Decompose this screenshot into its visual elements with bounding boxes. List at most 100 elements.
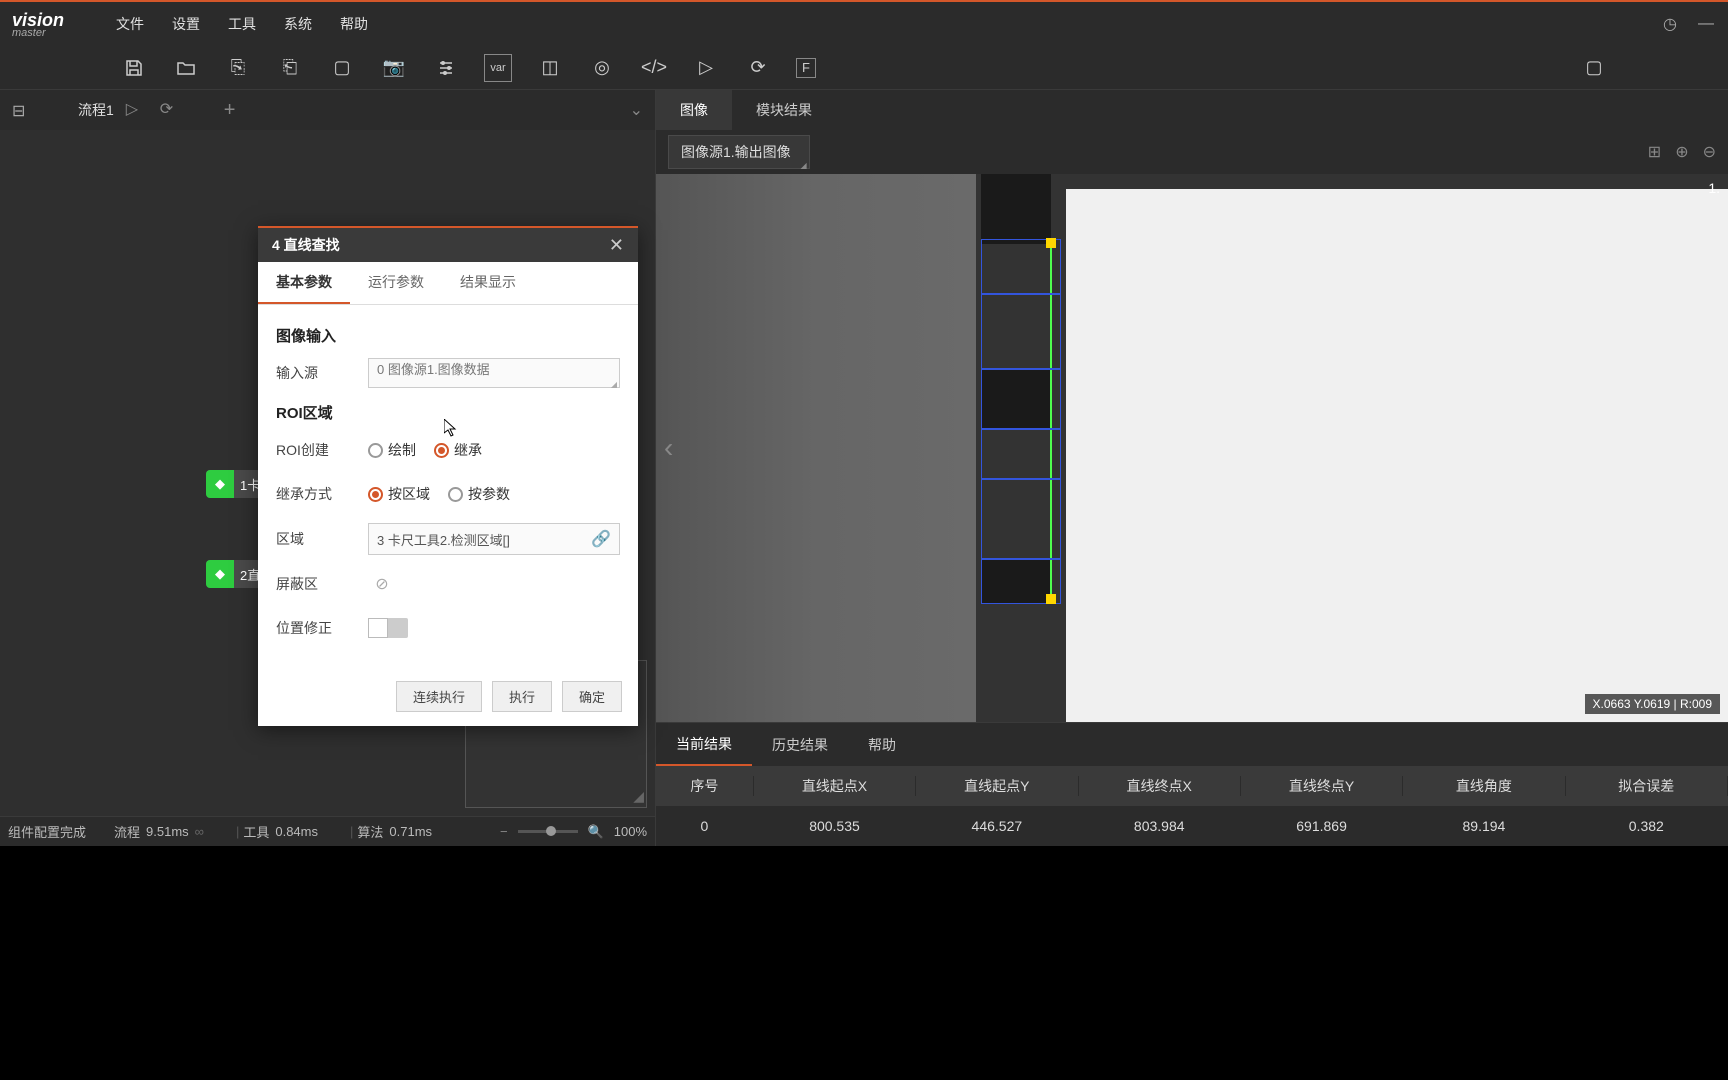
col-error: 拟合误差 bbox=[1566, 776, 1728, 796]
tree-icon[interactable]: ⊟ bbox=[12, 101, 30, 119]
app-header: vision master 文件 设置 工具 系统 帮助 ◷ — bbox=[0, 2, 1728, 46]
confirm-button[interactable]: 确定 bbox=[562, 681, 622, 712]
radio-draw-label: 绘制 bbox=[388, 440, 416, 460]
region-label: 区域 bbox=[276, 529, 368, 549]
status-flow-label: 流程 bbox=[114, 822, 140, 841]
pos-correct-toggle[interactable] bbox=[368, 618, 408, 638]
tab-module-result[interactable]: 模块结果 bbox=[732, 90, 836, 130]
export-icon[interactable]: ⎘ bbox=[224, 54, 252, 82]
cell-angle: 89.194 bbox=[1403, 818, 1565, 834]
minimize-icon[interactable]: — bbox=[1696, 14, 1716, 34]
menu-file[interactable]: 文件 bbox=[116, 14, 144, 34]
inherit-mode-label: 继承方式 bbox=[276, 484, 368, 504]
zoom-in-view-icon[interactable]: ⊕ bbox=[1675, 142, 1688, 162]
menu-tools[interactable]: 工具 bbox=[228, 14, 256, 34]
play-loop-icon[interactable]: ⟳ bbox=[744, 54, 772, 82]
col-angle: 直线角度 bbox=[1403, 776, 1565, 796]
mask-icon[interactable]: ⊘ bbox=[368, 572, 396, 596]
main-menu: 文件 设置 工具 系统 帮助 bbox=[116, 14, 368, 34]
var-icon[interactable]: var bbox=[484, 54, 512, 82]
menu-system[interactable]: 系统 bbox=[284, 14, 312, 34]
radio-draw[interactable]: 绘制 bbox=[368, 440, 416, 460]
input-source-field[interactable]: 0 图像源1.图像数据 bbox=[368, 358, 620, 388]
menu-help[interactable]: 帮助 bbox=[340, 14, 368, 34]
region-field[interactable]: 3 卡尺工具2.检测区域[] 🔗 bbox=[368, 523, 620, 555]
tab-basic-params[interactable]: 基本参数 bbox=[258, 262, 350, 304]
close-icon[interactable]: ✕ bbox=[609, 235, 624, 256]
cell-startx: 800.535 bbox=[754, 818, 916, 834]
zoom-out-view-icon[interactable]: ⊖ bbox=[1703, 142, 1716, 162]
zoom-value: 100% bbox=[614, 824, 647, 839]
tab-current-result[interactable]: 当前结果 bbox=[656, 723, 752, 766]
dialog-title: 4 直线查找 bbox=[272, 235, 340, 255]
clock-icon[interactable]: ◷ bbox=[1660, 14, 1680, 34]
grid-icon[interactable]: ⊞ bbox=[1648, 142, 1661, 162]
input-source-label: 输入源 bbox=[276, 363, 368, 383]
cell-endy: 691.869 bbox=[1241, 818, 1403, 834]
col-idx: 序号 bbox=[656, 776, 754, 796]
roi-box bbox=[981, 429, 1061, 479]
process-play-icon[interactable]: ▷ bbox=[126, 99, 148, 121]
region-value: 3 卡尺工具2.检测区域[] bbox=[377, 530, 510, 549]
link-icon[interactable]: 🔗 bbox=[591, 529, 611, 549]
status-config: 组件配置完成 bbox=[8, 822, 86, 841]
save-icon[interactable] bbox=[120, 54, 148, 82]
open-icon[interactable] bbox=[172, 54, 200, 82]
col-endy: 直线终点Y bbox=[1241, 776, 1403, 796]
tab-run-params[interactable]: 运行参数 bbox=[350, 262, 442, 304]
code-icon[interactable]: </> bbox=[640, 54, 668, 82]
process-loop-icon[interactable]: ⟳ bbox=[160, 99, 182, 121]
table-row[interactable]: 0 800.535 446.527 803.984 691.869 89.194… bbox=[656, 806, 1728, 846]
caliper-point bbox=[1046, 594, 1056, 604]
tab-help[interactable]: 帮助 bbox=[848, 723, 916, 766]
status-flow-time: 9.51ms bbox=[146, 824, 189, 839]
zoom-in-icon[interactable]: 🔍 bbox=[588, 824, 604, 840]
caliper-node-icon: ◆ bbox=[206, 470, 234, 498]
cell-idx: 0 bbox=[656, 818, 754, 834]
radio-by-region[interactable]: 按区域 bbox=[368, 484, 430, 504]
tab-history-result[interactable]: 历史结果 bbox=[752, 723, 848, 766]
continuous-execute-button[interactable]: 连续执行 bbox=[396, 681, 482, 712]
section-image-input: 图像输入 bbox=[276, 325, 620, 346]
menu-settings[interactable]: 设置 bbox=[172, 14, 200, 34]
process-title[interactable]: 流程1 bbox=[78, 100, 114, 120]
execute-button[interactable]: 执行 bbox=[492, 681, 552, 712]
status-tool-label: 工具 bbox=[243, 822, 269, 841]
f-icon[interactable]: F bbox=[796, 58, 816, 78]
image-viewport[interactable]: ‹ 1. X.0663 Y.0619 | R:009 bbox=[656, 174, 1728, 722]
camera-icon[interactable]: 📷 bbox=[380, 54, 408, 82]
col-endx: 直线终点X bbox=[1079, 776, 1241, 796]
resize-handle-icon[interactable]: ◢ bbox=[633, 788, 644, 805]
zoom-out-icon[interactable]: − bbox=[500, 824, 508, 839]
process-bar: ⊟ 流程1 ▷ ⟳ + ⌄ bbox=[0, 90, 655, 130]
tab-result-display[interactable]: 结果显示 bbox=[442, 262, 534, 304]
radio-inherit[interactable]: 继承 bbox=[434, 440, 482, 460]
results-table: 序号 直线起点X 直线起点Y 直线终点X 直线终点Y 直线角度 拟合误差 0 8… bbox=[656, 766, 1728, 846]
globe-icon[interactable]: ◎ bbox=[588, 54, 616, 82]
radio-by-param-label: 按参数 bbox=[468, 484, 510, 504]
play-icon[interactable]: ▷ bbox=[692, 54, 720, 82]
roi-create-label: ROI创建 bbox=[276, 440, 368, 460]
image-source-dropdown[interactable]: 图像源1.输出图像 bbox=[668, 135, 810, 169]
zoom-slider[interactable] bbox=[518, 830, 578, 833]
import-icon[interactable]: ⎗ bbox=[276, 54, 304, 82]
tab-image[interactable]: 图像 bbox=[656, 90, 732, 130]
toolbar: ⎘ ⎗ ▢ 📷 var ◫ ◎ </> ▷ ⟳ F ▢ bbox=[0, 46, 1728, 90]
prev-image-icon[interactable]: ‹ bbox=[664, 432, 673, 464]
dropdown-icon[interactable]: ⌄ bbox=[630, 100, 643, 120]
slider-icon[interactable] bbox=[432, 54, 460, 82]
image-panel: 图像 模块结果 图像源1.输出图像 ⊞ ⊕ ⊖ bbox=[655, 90, 1728, 846]
extra-icon[interactable]: ▢ bbox=[1580, 54, 1608, 82]
monitor-icon[interactable]: ▢ bbox=[328, 54, 356, 82]
layout-icon[interactable]: ◫ bbox=[536, 54, 564, 82]
mask-label: 屏蔽区 bbox=[276, 574, 368, 594]
line-find-dialog: 4 直线查找 ✕ 基本参数 运行参数 结果显示 图像输入 输入源 0 图像源1.… bbox=[258, 226, 638, 726]
add-process-icon[interactable]: + bbox=[224, 99, 236, 122]
dialog-header[interactable]: 4 直线查找 ✕ bbox=[258, 226, 638, 262]
table-header-row: 序号 直线起点X 直线起点Y 直线终点X 直线终点Y 直线角度 拟合误差 bbox=[656, 766, 1728, 806]
radio-by-param[interactable]: 按参数 bbox=[448, 484, 510, 504]
status-tool-time: 0.84ms bbox=[275, 824, 318, 839]
status-algo-time: 0.71ms bbox=[389, 824, 432, 839]
dialog-tabs: 基本参数 运行参数 结果显示 bbox=[258, 262, 638, 305]
cell-endx: 803.984 bbox=[1079, 818, 1241, 834]
